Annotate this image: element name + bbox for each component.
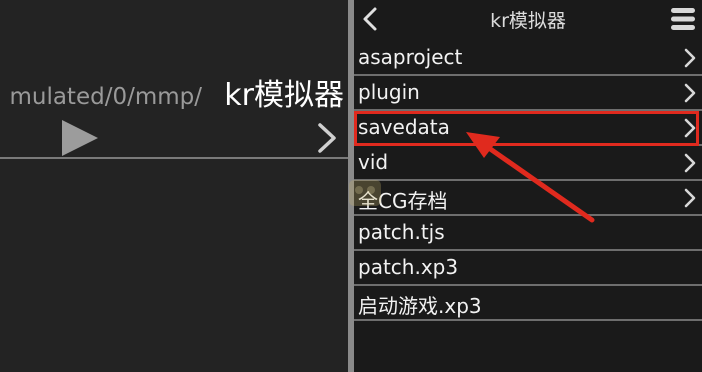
page-title: kr模拟器: [490, 10, 566, 32]
path-prefix: mulated/0/mmp/: [9, 84, 202, 110]
chevron-right-icon: [684, 188, 696, 208]
right-pane: kr模拟器 asaproject plugin savedata vid 全CG…: [354, 0, 702, 372]
file-item-launch-game-xp3[interactable]: 启动游戏.xp3: [354, 286, 702, 321]
play-icon[interactable]: [58, 116, 102, 160]
chevron-right-icon: [684, 48, 696, 68]
path-current-folder: kr模拟器: [224, 78, 344, 113]
left-pane: mulated/0/mmp/ kr模拟器: [0, 0, 348, 372]
file-item-patch-tjs[interactable]: patch.tjs: [354, 216, 702, 251]
folder-item-plugin[interactable]: plugin: [354, 76, 702, 111]
chevron-right-icon: [684, 83, 696, 103]
folder-item-vid[interactable]: vid: [354, 146, 702, 181]
path-row[interactable]: mulated/0/mmp/ kr模拟器: [0, 70, 348, 118]
hamburger-menu-icon[interactable]: [670, 6, 696, 32]
list-item-label: plugin: [358, 80, 420, 104]
file-item-patch-xp3[interactable]: patch.xp3: [354, 251, 702, 286]
list-item-label: patch.xp3: [358, 255, 459, 279]
titlebar: kr模拟器: [354, 0, 702, 38]
folder-item-cg-saves[interactable]: 全CG存档: [354, 181, 702, 216]
watermark-icon: [349, 180, 381, 206]
chevron-right-icon: [684, 118, 696, 138]
folder-item-asaproject[interactable]: asaproject: [354, 41, 702, 76]
divider: [0, 157, 348, 159]
list-item-label: patch.tjs: [358, 220, 445, 244]
chevron-right-icon[interactable]: [312, 120, 340, 156]
file-list: asaproject plugin savedata vid 全CG存档 pat…: [354, 41, 702, 321]
folder-item-savedata[interactable]: savedata: [354, 111, 702, 146]
list-item-label: 启动游戏.xp3: [358, 294, 482, 318]
chevron-right-icon: [684, 153, 696, 173]
list-item-label: savedata: [358, 115, 450, 139]
list-item-label: asaproject: [358, 45, 463, 69]
list-item-label: vid: [358, 150, 389, 174]
